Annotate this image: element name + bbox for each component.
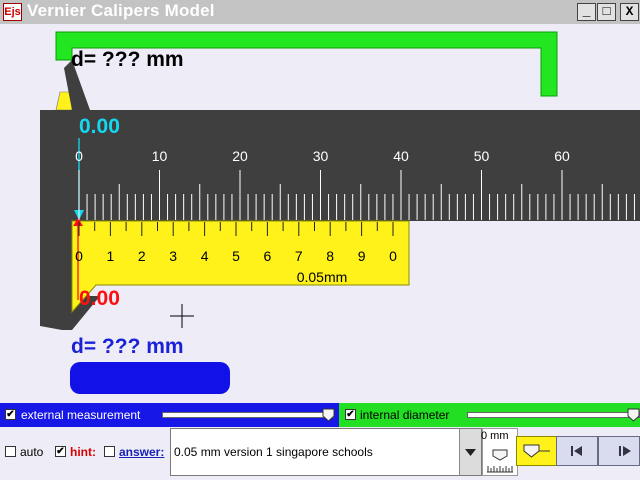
crosshair-icon <box>170 304 194 328</box>
vernier-label: 3 <box>169 248 177 264</box>
vernier-precision-label: 0.05mm <box>297 269 348 285</box>
version-dropdown[interactable]: 0.05 mm version 1 singapore schools <box>170 428 482 476</box>
minimize-button[interactable]: _ <box>577 3 596 21</box>
maximize-button[interactable]: □ <box>597 3 616 21</box>
chevron-down-icon <box>465 449 476 456</box>
step-back-icon <box>571 446 582 456</box>
close-icon: X <box>625 4 634 19</box>
step-size-box[interactable]: 0 mm <box>481 428 518 476</box>
bottom-measurement-readout: d= ??? mm <box>71 335 184 358</box>
external-measurement-label: external measurement <box>21 408 141 422</box>
maximize-icon: □ <box>602 4 611 19</box>
ruler-icon <box>487 466 513 473</box>
main-scale-label: 60 <box>554 148 570 164</box>
title-bar: Ejs Vernier Calipers Model _ □ X <box>0 0 640 24</box>
vernier-label: 5 <box>232 248 240 264</box>
main-scale-label: 10 <box>152 148 168 164</box>
main-zero-readout: 0.00 <box>79 115 120 138</box>
answer-checkbox[interactable] <box>104 446 115 457</box>
vernier-label: 4 <box>201 248 209 264</box>
internal-diameter-panel: ✔ internal diameter <box>339 403 640 427</box>
main-scale-label: 30 <box>313 148 329 164</box>
vernier-zero-readout: 0.00 <box>79 287 120 310</box>
vernier-label: 0 <box>75 248 83 264</box>
vernier-slider[interactable] <box>71 220 410 314</box>
hint-label: hint: <box>70 445 96 459</box>
vernier-label: 9 <box>358 248 366 264</box>
dropdown-arrow-button[interactable] <box>459 429 481 475</box>
external-measurement-checkbox[interactable]: ✔ <box>5 409 16 420</box>
main-scale-label: 40 <box>393 148 409 164</box>
slider-thumb-icon[interactable] <box>492 449 508 461</box>
internal-slider-track[interactable] <box>467 412 640 418</box>
window-title: Vernier Calipers Model <box>27 1 215 20</box>
slider-thumb-icon <box>523 444 550 458</box>
vernier-label: 1 <box>107 248 115 264</box>
main-scale-body <box>40 110 640 221</box>
top-measurement-readout: d= ??? mm <box>71 48 184 71</box>
step-back-button[interactable] <box>556 436 598 466</box>
hint-checkbox[interactable]: ✔ <box>55 446 66 457</box>
minimize-icon: _ <box>582 4 591 19</box>
external-jaw-blue[interactable] <box>70 362 230 394</box>
auto-label: auto <box>20 445 44 459</box>
vernier-label: 0 <box>389 248 397 264</box>
external-measurement-panel: ✔ external measurement <box>0 403 339 427</box>
internal-diameter-label: internal diameter <box>360 408 450 422</box>
vernier-label: 6 <box>264 248 272 264</box>
external-slider-track[interactable] <box>162 412 334 418</box>
internal-diameter-checkbox[interactable]: ✔ <box>345 409 356 420</box>
main-scale-label: 50 <box>474 148 490 164</box>
vernier-label: 8 <box>326 248 334 264</box>
play-icon <box>619 446 631 456</box>
auto-checkbox[interactable] <box>5 446 16 457</box>
main-scale-label: 20 <box>232 148 248 164</box>
close-button[interactable]: X <box>620 3 639 21</box>
vernier-label: 7 <box>295 248 303 264</box>
vernier-label: 2 <box>138 248 146 264</box>
slider-thumb-icon[interactable] <box>322 408 335 422</box>
play-button[interactable] <box>598 436 640 466</box>
slider-thumb-icon[interactable] <box>627 408 640 422</box>
drag-mode-button[interactable] <box>516 436 558 466</box>
app-icon: Ejs <box>3 3 22 21</box>
main-scale-label: 0 <box>75 148 83 164</box>
answer-label: answer: <box>119 445 165 459</box>
step-size-text: 0 mm <box>481 430 509 442</box>
version-dropdown-value: 0.05 mm version 1 singapore schools <box>174 445 373 459</box>
